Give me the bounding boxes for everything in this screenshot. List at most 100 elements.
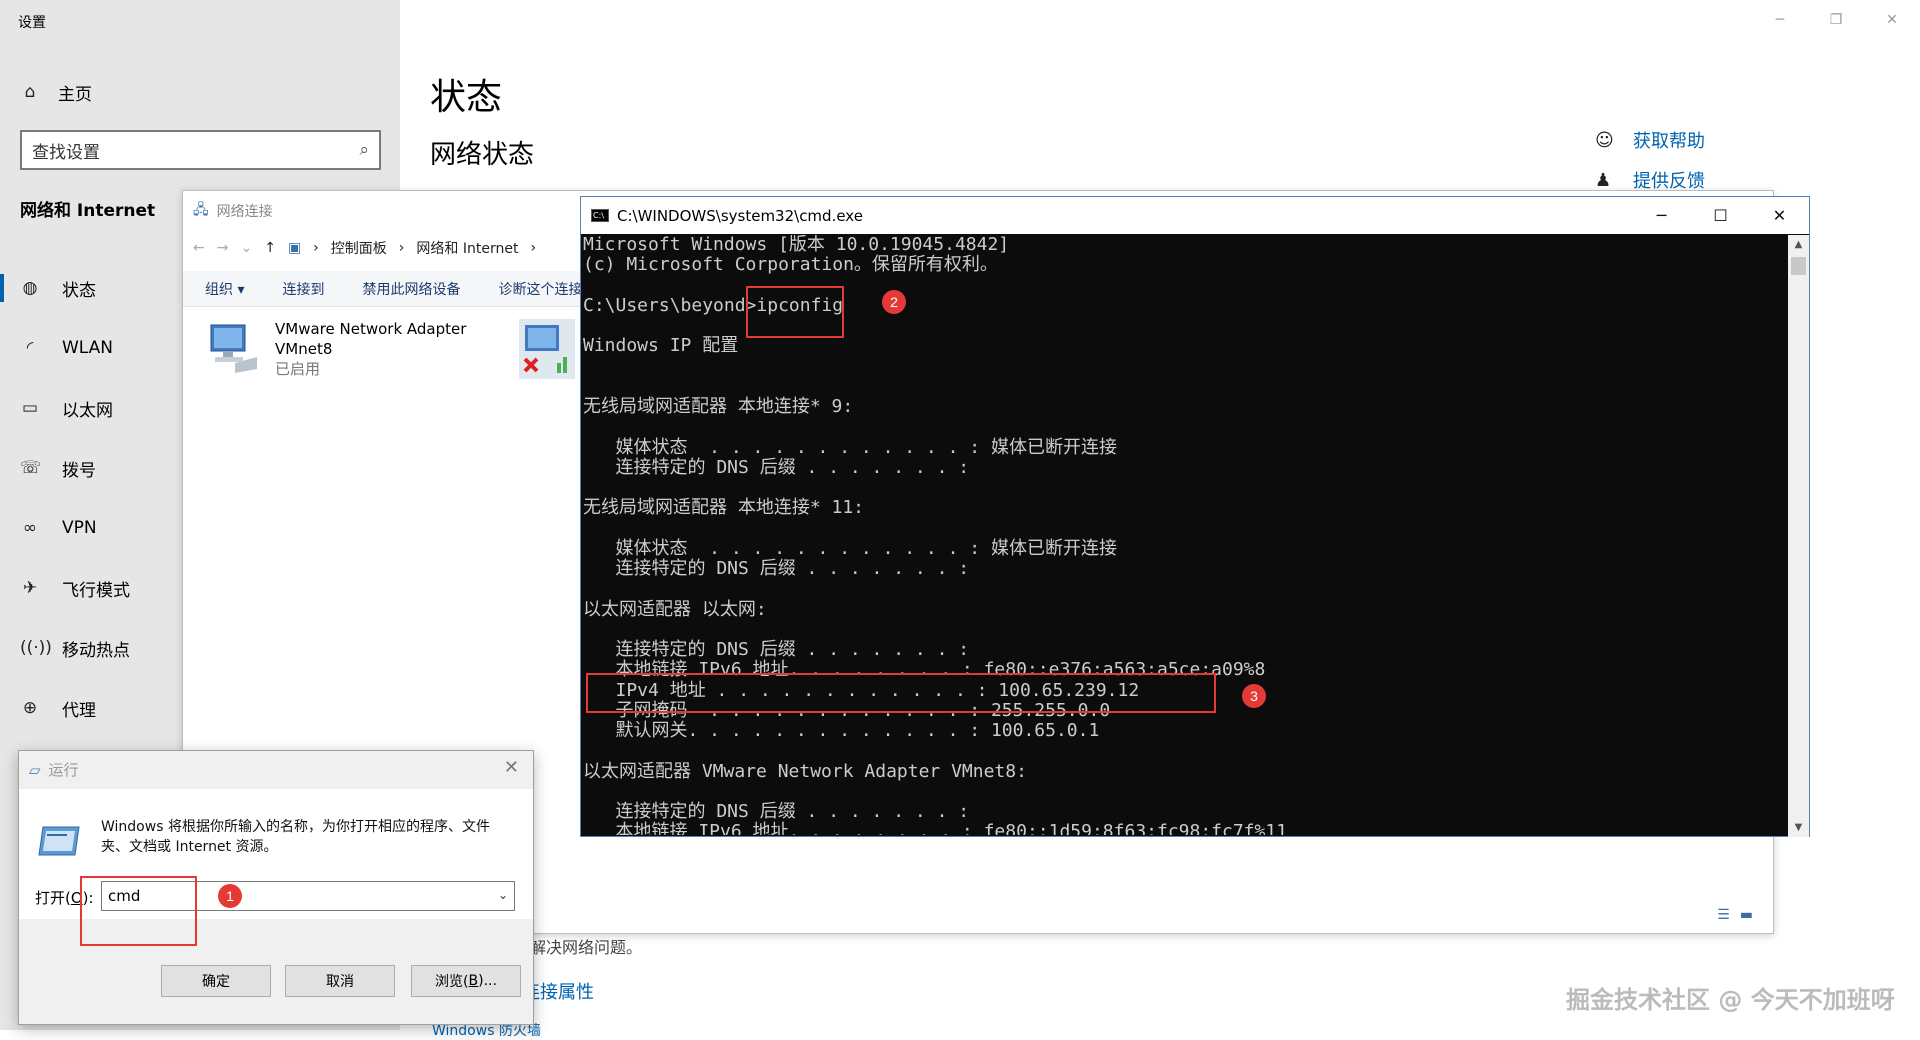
forward-arrow-icon[interactable]: → bbox=[217, 240, 229, 256]
search-input[interactable]: 查找设置 ⌕ bbox=[20, 130, 381, 170]
scroll-up-icon[interactable]: ▲ bbox=[1788, 239, 1809, 250]
cmd-close-button[interactable]: ✕ bbox=[1750, 197, 1809, 234]
cmd-line: Microsoft Windows [版本 10.0.19045.4842] bbox=[583, 235, 1010, 255]
scroll-thumb[interactable] bbox=[1791, 257, 1806, 275]
close-icon[interactable]: ✕ bbox=[504, 757, 519, 778]
netconn-title: 网络连接 bbox=[216, 204, 273, 220]
cmd-line: 连接特定的 DNS 后缀 . . . . . . . : bbox=[583, 639, 970, 660]
vpn-icon: ∞ bbox=[22, 518, 38, 538]
cmd-minimize-button[interactable]: ─ bbox=[1632, 197, 1691, 234]
wifi-icon: ◜ bbox=[26, 338, 34, 358]
home-nav-item[interactable]: ⌂ 主页 bbox=[20, 80, 92, 105]
connect-to-button[interactable]: 连接到 bbox=[282, 279, 324, 299]
globe-status-icon: ◍ bbox=[22, 278, 38, 298]
app-title: 设置 bbox=[18, 15, 46, 31]
annotation-box-3 bbox=[586, 673, 1216, 713]
page-title: 状态 bbox=[430, 77, 503, 118]
cmd-line: 连接特定的 DNS 后缀 . . . . . . . : bbox=[583, 558, 970, 579]
nav-label: 移动热点 bbox=[62, 640, 130, 661]
search-placeholder: 查找设置 bbox=[32, 142, 100, 163]
history-chevron-icon[interactable]: ⌄ bbox=[240, 240, 252, 256]
breadcrumb-separator: › bbox=[398, 240, 405, 256]
cmd-line: 媒体状态 . . . . . . . . . . . . : 媒体已断开连接 bbox=[583, 537, 1117, 559]
page-subtitle: 网络状态 bbox=[430, 140, 535, 170]
cmd-line: 连接特定的 DNS 后缀 . . . . . . . : bbox=[583, 456, 970, 478]
breadcrumb-separator: › bbox=[530, 240, 537, 256]
cmd-line bbox=[583, 579, 1785, 599]
back-arrow-icon[interactable]: ← bbox=[193, 240, 205, 256]
dialup-icon: ☏ bbox=[20, 458, 42, 478]
cmd-line bbox=[583, 741, 1785, 761]
cmd-scrollbar[interactable]: ▲ ▼ bbox=[1788, 235, 1809, 837]
network-adapter-icon bbox=[205, 319, 261, 375]
cmd-line bbox=[583, 357, 1785, 377]
cmd-line: 连接特定的 DNS 后缀 . . . . . . . : bbox=[583, 801, 970, 822]
annotation-badge-1: 1 bbox=[218, 884, 242, 908]
view-toggle: ☰ ▬ bbox=[1717, 907, 1753, 923]
cmd-line bbox=[583, 620, 1785, 640]
close-button[interactable]: ✕ bbox=[1864, 0, 1920, 40]
diagnose-button[interactable]: 诊断这个连接 bbox=[498, 279, 582, 299]
nav-label: 以太网 bbox=[62, 400, 113, 421]
scroll-down-icon[interactable]: ▼ bbox=[1788, 822, 1809, 833]
control-panel-icon: ▣ bbox=[287, 240, 302, 256]
minimize-button[interactable]: ─ bbox=[1752, 0, 1808, 40]
cmd-title: C:\WINDOWS\system32\cmd.exe bbox=[617, 206, 863, 225]
annotation-badge-2: 2 bbox=[882, 290, 906, 314]
network-folder-icon: 🖧 bbox=[193, 202, 209, 218]
details-view-icon[interactable]: ☰ bbox=[1717, 907, 1730, 923]
ok-button[interactable]: 确定 bbox=[161, 965, 271, 997]
adapter-info: VMware Network Adapter VMnet8 已启用 bbox=[275, 319, 466, 379]
help-chat-icon: ☺ bbox=[1595, 129, 1614, 151]
adapter-vmnet8[interactable]: VMware Network Adapter VMnet8 已启用 bbox=[205, 319, 466, 379]
watermark: 掘金技术社区 @ 今天不加班呀 bbox=[1566, 986, 1895, 1014]
restore-button[interactable]: ❐ bbox=[1808, 0, 1864, 40]
search-icon: ⌕ bbox=[359, 140, 369, 160]
cmd-line bbox=[583, 377, 1785, 397]
breadcrumb-network[interactable]: 网络和 Internet bbox=[416, 238, 518, 258]
nav-label: 拨号 bbox=[62, 460, 96, 481]
get-help-link[interactable]: ☺ 获取帮助 bbox=[1595, 127, 1705, 153]
netconn-titlebar: 🖧 网络连接 bbox=[193, 199, 273, 223]
cmd-line: 媒体状态 . . . . . . . . . . . . : 媒体已断开连接 bbox=[583, 436, 1117, 458]
nav-label: 飞行模式 bbox=[62, 580, 130, 601]
cmd-line: (c) Microsoft Corporation。保留所有权利。 bbox=[583, 254, 998, 276]
organize-menu[interactable]: 组织 ▾ bbox=[205, 279, 244, 299]
run-description: Windows 将根据你所输入的名称，为你打开相应的程序、文件夹、文档或 Int… bbox=[101, 819, 490, 855]
airplane-icon: ✈ bbox=[22, 578, 38, 598]
cmd-line: 以太网适配器 以太网: bbox=[583, 598, 767, 620]
cmd-window-controls: ─ ☐ ✕ bbox=[1632, 197, 1809, 234]
nav-label: 状态 bbox=[62, 280, 96, 301]
feedback-person-icon: ♟ bbox=[1595, 169, 1612, 191]
proxy-globe-icon: ⊕ bbox=[22, 698, 38, 718]
browse-button[interactable]: 浏览(B)... bbox=[411, 965, 521, 997]
adapter-name2: VMnet8 bbox=[275, 340, 333, 358]
hotspot-icon: ((·)) bbox=[20, 638, 52, 658]
cmd-line: Windows IP 配置 bbox=[583, 335, 739, 357]
run-icon bbox=[38, 826, 80, 856]
adapter-name: VMware Network Adapter bbox=[275, 320, 467, 338]
cmd-icon: C:\ bbox=[591, 209, 609, 222]
ethernet-icon: ▭ bbox=[21, 398, 39, 418]
nav-label: WLAN bbox=[62, 338, 114, 358]
cmd-line: 默认网关. . . . . . . . . . . . . : 100.65.0… bbox=[583, 720, 1100, 741]
disable-device-button[interactable]: 禁用此网络设备 bbox=[362, 279, 460, 299]
breadcrumb-control-panel[interactable]: 控制面板 bbox=[331, 238, 387, 258]
adapter-status: 已启用 bbox=[275, 360, 321, 378]
cmd-maximize-button[interactable]: ☐ bbox=[1691, 197, 1750, 234]
cmd-line: 本地链接 IPv6 地址. . . . . . . . : fe80::1d59… bbox=[583, 821, 1288, 835]
cmd-line bbox=[583, 417, 1785, 437]
cmd-titlebar: C:\ C:\WINDOWS\system32\cmd.exe ─ ☐ ✕ bbox=[581, 197, 1809, 234]
nav-label: 代理 bbox=[62, 700, 96, 721]
run-title: 运行 bbox=[48, 761, 79, 779]
cancel-button[interactable]: 取消 bbox=[285, 965, 395, 997]
annotation-box-1 bbox=[80, 876, 197, 946]
chevron-down-icon[interactable]: ⌄ bbox=[498, 888, 508, 902]
up-arrow-icon[interactable]: ↑ bbox=[264, 240, 276, 256]
adapter-ethernet-partial[interactable] bbox=[519, 319, 575, 379]
breadcrumb-separator: › bbox=[313, 240, 319, 256]
cmd-line bbox=[583, 478, 1785, 498]
large-icons-view-icon[interactable]: ▬ bbox=[1740, 907, 1753, 923]
home-icon: ⌂ bbox=[24, 82, 36, 102]
network-adapter-disabled-icon bbox=[523, 325, 567, 373]
